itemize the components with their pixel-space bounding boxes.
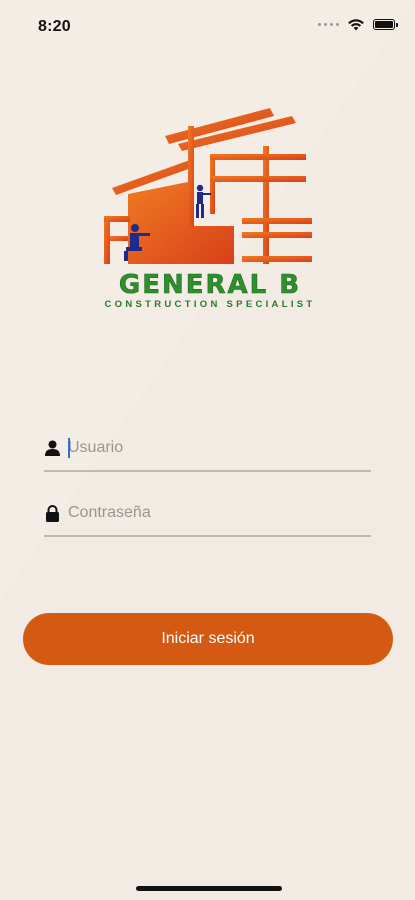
status-time: 8:20 xyxy=(38,18,71,35)
company-logo: GENERAL B CONSTRUCTION SPECIALIST xyxy=(70,100,350,315)
building-logo-graphic xyxy=(104,108,312,264)
logo-subtitle: CONSTRUCTION SPECIALIST xyxy=(104,299,316,310)
status-bar: 8:20 xyxy=(0,0,415,54)
user-icon xyxy=(44,439,60,457)
battery-icon xyxy=(373,19,398,30)
login-button[interactable]: Iniciar sesión xyxy=(23,613,393,665)
username-input[interactable] xyxy=(68,439,348,457)
text-caret xyxy=(68,438,70,458)
password-field[interactable] xyxy=(44,491,371,537)
username-field[interactable] xyxy=(44,426,371,472)
wifi-icon xyxy=(348,19,364,31)
home-indicator[interactable] xyxy=(136,886,282,891)
lock-icon xyxy=(44,504,60,522)
status-icons xyxy=(318,18,398,31)
logo-title: GENERAL B xyxy=(118,270,302,301)
password-input[interactable] xyxy=(68,504,348,522)
signal-dots-icon xyxy=(318,23,339,26)
